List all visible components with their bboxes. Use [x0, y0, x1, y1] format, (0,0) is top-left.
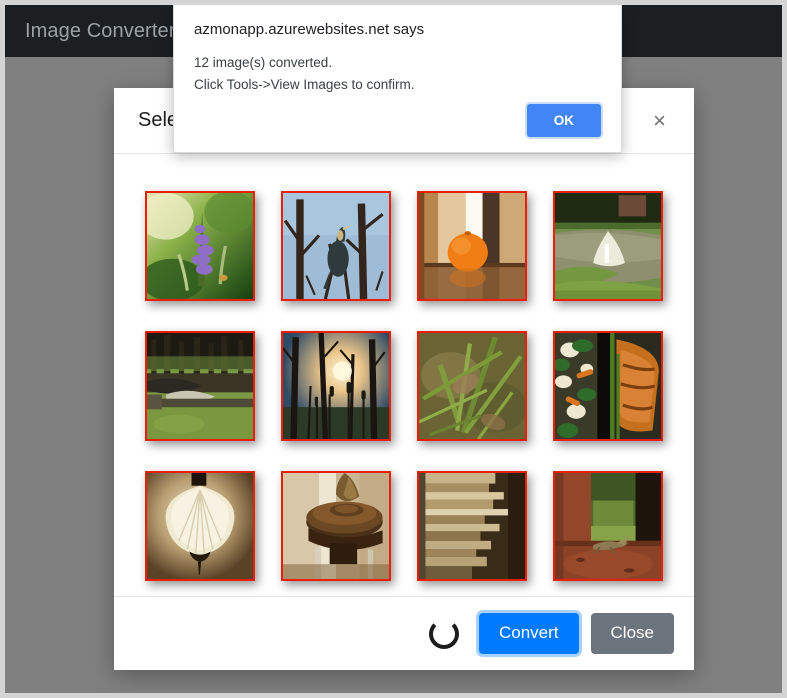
- select-images-modal: Select Images ×: [114, 88, 694, 670]
- thumbnail-grilled-salmon-plate[interactable]: [553, 331, 663, 441]
- thumbnail-image: [553, 331, 663, 441]
- close-icon[interactable]: ×: [647, 106, 672, 136]
- app-title: Image Converter: [25, 19, 176, 42]
- thumbnail-image: [281, 331, 391, 441]
- thumbnail-image: [145, 471, 255, 581]
- thumbnail-image: [145, 191, 255, 301]
- thumbnail-purple-flower-spike[interactable]: [145, 191, 255, 301]
- thumbnail-grass-closeup[interactable]: [417, 331, 527, 441]
- loading-spinner-icon: [429, 618, 459, 649]
- thumbnail-image: [145, 331, 255, 441]
- thumbnail-image: [417, 471, 527, 581]
- thumbnail-wooden-banister[interactable]: [281, 471, 391, 581]
- close-button[interactable]: Close: [590, 613, 674, 654]
- browser-alert-dialog: azmonapp.azurewebsites.net says 12 image…: [173, 5, 622, 153]
- thumbnail-pond-fountain[interactable]: [553, 191, 663, 301]
- thumbnail-sunset-through-trees[interactable]: [281, 331, 391, 441]
- alert-ok-button[interactable]: OK: [526, 104, 601, 137]
- thumbnail-grid: [132, 176, 676, 596]
- thumbnail-image: [553, 471, 663, 581]
- page-surface: Image Converter Select Images ×: [5, 5, 782, 693]
- thumbnail-pendant-lamp[interactable]: [145, 471, 255, 581]
- thumbnail-image: [281, 471, 391, 581]
- alert-message-line-1: 12 image(s) converted.: [194, 55, 333, 70]
- thumbnail-image: [553, 191, 663, 301]
- thumbnail-stacked-books[interactable]: [417, 471, 527, 581]
- alert-origin-text: azmonapp.azurewebsites.net says: [194, 21, 425, 38]
- modal-body: [114, 154, 694, 596]
- thumbnail-heron-in-tree[interactable]: [281, 191, 391, 301]
- modal-footer: Convert Close: [114, 596, 694, 670]
- browser-viewport-frame: Image Converter Select Images ×: [0, 0, 787, 698]
- thumbnail-image: [417, 331, 527, 441]
- thumbnail-orange-fruit[interactable]: [417, 191, 527, 301]
- thumbnail-lizard-by-pillar[interactable]: [553, 471, 663, 581]
- thumbnail-forest-pond[interactable]: [145, 331, 255, 441]
- alert-message-line-2: Click Tools->View Images to confirm.: [194, 76, 415, 92]
- alert-button-row: OK: [526, 104, 601, 137]
- thumbnail-image: [281, 191, 391, 301]
- convert-button[interactable]: Convert: [479, 613, 579, 654]
- thumbnail-image: [417, 191, 527, 301]
